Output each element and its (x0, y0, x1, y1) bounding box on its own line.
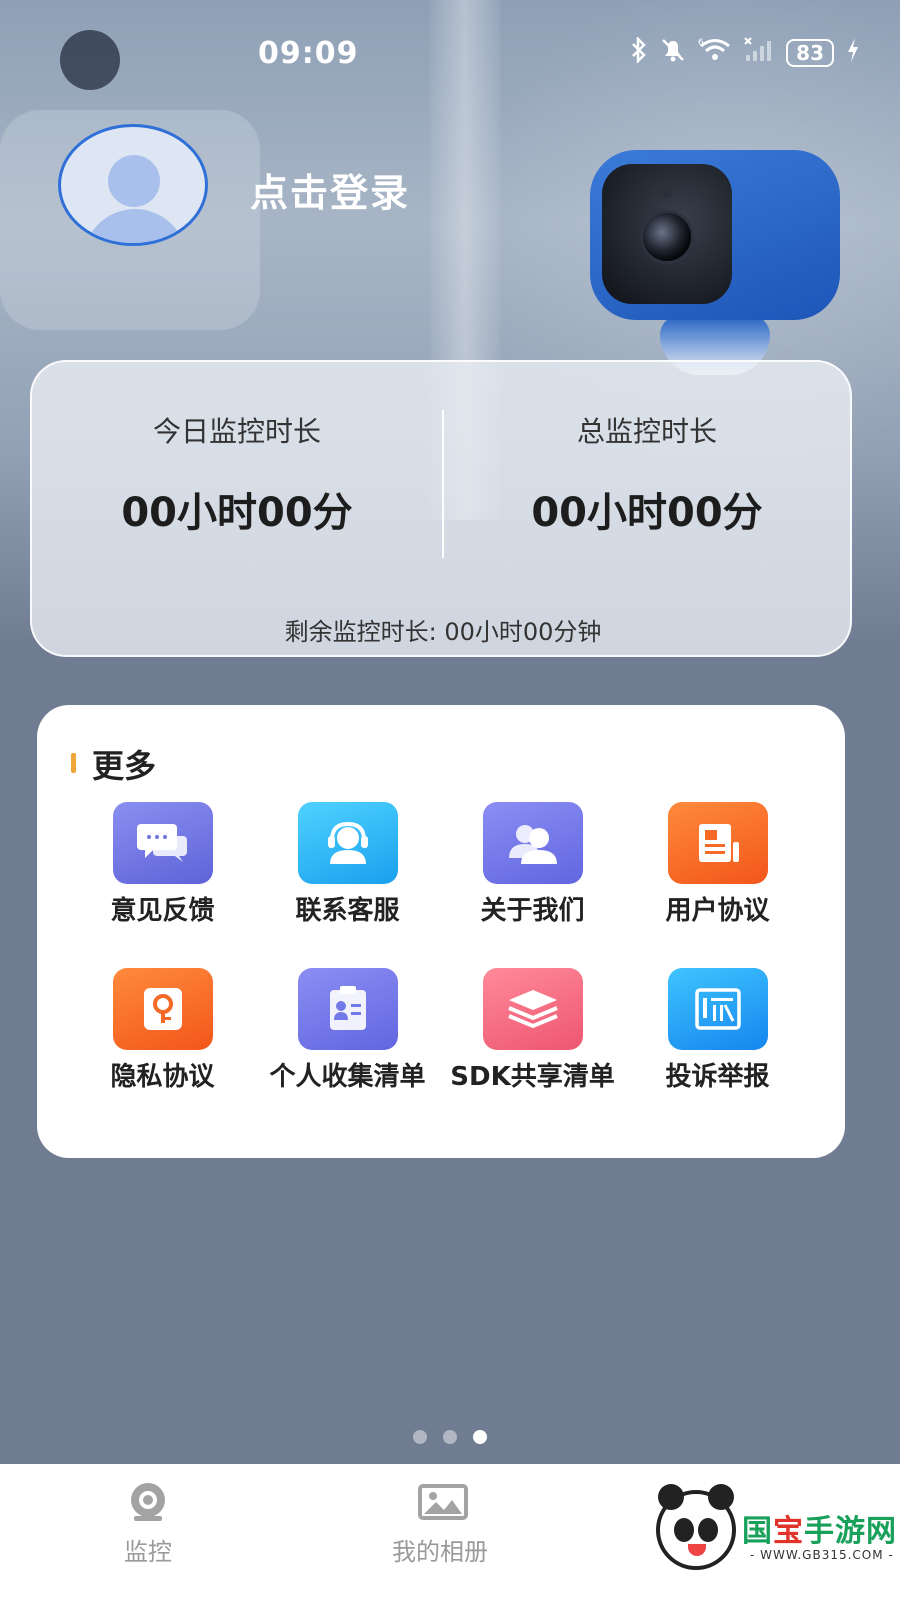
camera-body (590, 150, 840, 320)
mute-bell-icon (660, 37, 686, 69)
about-us-icon (482, 802, 583, 884)
login-link[interactable]: 点击登录 (250, 162, 410, 217)
watermark-text: 国宝手游网 (742, 1506, 897, 1550)
status-bar: 09:09 6 83 (0, 30, 900, 80)
cellular-signal-icon (744, 37, 774, 69)
privacy-item[interactable]: 隐私协议 (70, 968, 255, 1092)
feedback-label: 意见反馈 (110, 896, 215, 926)
watermark-text-a: 国 (742, 1514, 773, 1549)
feedback-item[interactable]: 意见反馈 (70, 802, 255, 926)
sdk-share-icon (482, 968, 583, 1050)
panda-ear (708, 1484, 734, 1510)
complaint-label: 投诉举报 (665, 1062, 770, 1092)
remaining-label: 剩余监控时长: (284, 618, 437, 646)
privacy-icon (112, 968, 213, 1050)
status-icons: 6 83 (630, 35, 860, 69)
camera-illustration (590, 150, 850, 380)
today-stat: 今日监控时长 00小时00分 (32, 410, 442, 538)
total-stat: 总监控时长 00小时00分 (442, 410, 852, 538)
panda-ear (658, 1484, 684, 1510)
monitoring-stats-card: 今日监控时长 00小时00分 总监控时长 00小时00分 剩余监控时长: 00小… (30, 360, 852, 657)
avatar-head (108, 155, 160, 207)
watermark-text-c: 手游网 (804, 1514, 897, 1549)
about-us-label: 关于我们 (480, 896, 585, 926)
section-title: 更多 (92, 747, 157, 785)
status-time: 09:09 (258, 36, 359, 71)
feedback-icon (112, 802, 213, 884)
sdk-share-item[interactable]: SDK共享清单 (440, 968, 625, 1092)
sdk-share-label: SDK共享清单 (450, 1062, 615, 1092)
user-agreement-icon (667, 802, 768, 884)
camera-sensor (662, 188, 672, 198)
today-value: 00小时00分 (121, 490, 353, 536)
total-label: 总监控时长 (576, 415, 717, 448)
nav-album[interactable]: 我的相册 (340, 1482, 540, 1567)
user-agreement-label: 用户协议 (665, 896, 770, 926)
panda-eye (674, 1518, 694, 1542)
remaining-value: 00小时00分钟 (444, 618, 602, 646)
panda-eye (698, 1518, 718, 1542)
webcam-icon (126, 1482, 170, 1522)
battery-indicator: 83 (786, 39, 834, 67)
page-dot[interactable] (443, 1430, 457, 1444)
section-accent-bar (71, 753, 76, 773)
camera-face (602, 164, 732, 304)
photo-album-icon (418, 1482, 468, 1522)
nav-monitor[interactable]: 监控 (48, 1482, 248, 1567)
watermark-url: - WWW.GB315.COM - (750, 1548, 894, 1562)
nav-album-label: 我的相册 (392, 1538, 488, 1566)
avatar[interactable] (58, 124, 208, 246)
watermark-logo: 国宝手游网 - WWW.GB315.COM - (650, 1472, 896, 1596)
complaint-item[interactable]: 投诉举报 (625, 968, 810, 1092)
page-indicator (0, 1430, 900, 1444)
wifi-icon: 6 (698, 37, 732, 69)
avatar-body (83, 209, 187, 243)
page-dot[interactable] (413, 1430, 427, 1444)
personal-info-list-item[interactable]: 个人收集清单 (255, 968, 440, 1092)
panda-icon (656, 1484, 736, 1570)
more-card: 更多 意见反馈 联系客服 关于我们 用户协议 隐私协议 个人收集清单 SDK共享… (37, 705, 845, 1158)
remaining-time: 剩余监控时长: 00小时00分钟 (32, 612, 854, 647)
bluetooth-icon (630, 35, 648, 69)
user-agreement-item[interactable]: 用户协议 (625, 802, 810, 926)
camera-lens (640, 210, 694, 264)
customer-service-item[interactable]: 联系客服 (255, 802, 440, 926)
nav-monitor-label: 监控 (124, 1538, 172, 1566)
watermark-text-b: 宝 (773, 1514, 804, 1549)
svg-text:6: 6 (698, 38, 704, 48)
page-dot-active[interactable] (473, 1430, 487, 1444)
customer-service-icon (297, 802, 398, 884)
total-value: 00小时00分 (531, 490, 763, 536)
today-label: 今日监控时长 (152, 415, 321, 448)
personal-info-list-label: 个人收集清单 (269, 1062, 426, 1092)
panda-mouth (688, 1544, 706, 1556)
about-us-item[interactable]: 关于我们 (440, 802, 625, 926)
complaint-icon (667, 968, 768, 1050)
charging-icon (846, 37, 860, 69)
privacy-label: 隐私协议 (110, 1062, 215, 1092)
personal-info-list-icon (297, 968, 398, 1050)
customer-service-label: 联系客服 (295, 896, 400, 926)
